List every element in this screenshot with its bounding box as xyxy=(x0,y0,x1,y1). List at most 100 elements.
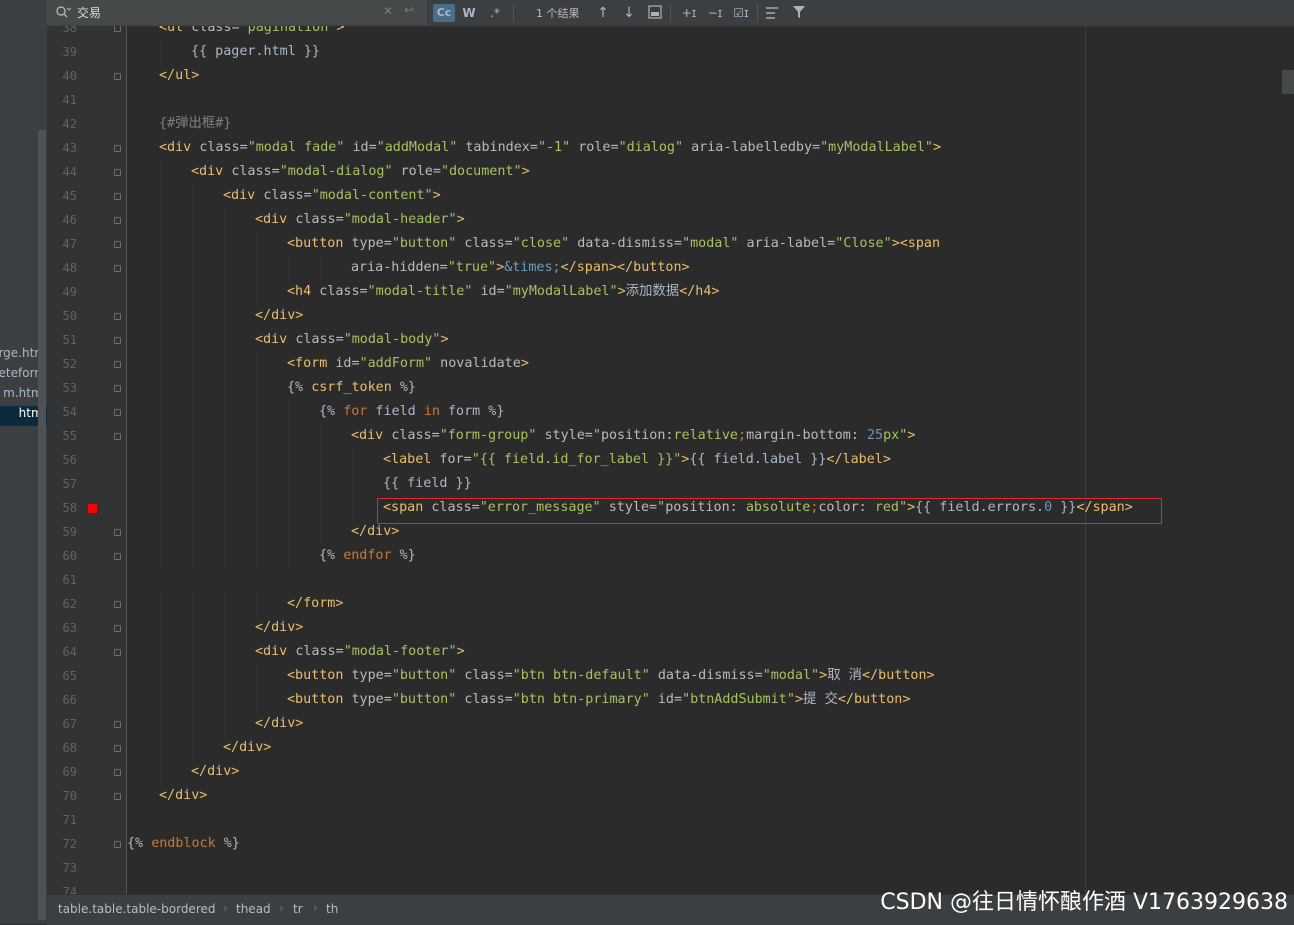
code-editor[interactable]: 38 39 40 41 42 43 44 45 46 47 48 49 50 51 52 53 54 55 56 57… xyxy=(47,26,1294,894)
next-occurrence-icon[interactable]: ↓ xyxy=(621,4,637,22)
code-line[interactable]: </div> xyxy=(255,304,303,328)
code-token: class= xyxy=(231,164,280,179)
fold-marker-icon[interactable] xyxy=(114,625,121,632)
line-number: 50 xyxy=(62,309,77,323)
fold-marker-icon[interactable] xyxy=(114,553,121,560)
code-line[interactable]: <div class="modal-body"> xyxy=(255,328,449,352)
indent-guide xyxy=(161,280,162,304)
fold-marker-icon[interactable] xyxy=(114,769,121,776)
fold-marker-icon[interactable] xyxy=(114,193,121,200)
code-line[interactable]: <h4 class="modal-title" id="myModalLabel… xyxy=(287,280,720,304)
match-case-button[interactable]: Cc xyxy=(433,4,455,22)
code-line[interactable]: </div> xyxy=(191,760,239,784)
code-line[interactable]: <div class="modal-footer"> xyxy=(255,640,465,664)
search-input[interactable]: 交易 xyxy=(77,4,101,21)
breadcrumb-item[interactable]: th xyxy=(326,902,338,916)
select-all-occurrences-icon[interactable] xyxy=(648,5,662,19)
fold-marker-icon[interactable] xyxy=(114,217,121,224)
code-line[interactable]: {% endblock %} xyxy=(127,832,240,856)
fold-marker-icon[interactable] xyxy=(114,337,121,344)
project-scrollbar[interactable] xyxy=(38,130,46,920)
code-line[interactable]: <ul class="pagination"> xyxy=(159,26,344,40)
code-line[interactable]: <label for="{{ field.id_for_label }}">{{… xyxy=(383,448,891,472)
indent-guide xyxy=(225,280,226,304)
fold-marker-icon[interactable] xyxy=(114,649,121,656)
code-token: "addModal" xyxy=(376,140,458,155)
code-line[interactable]: {{ field }} xyxy=(383,472,472,496)
code-line[interactable]: aria-hidden="true">&times;</span></butto… xyxy=(351,256,690,280)
code-line[interactable]: </form> xyxy=(287,592,343,616)
line-number: 66 xyxy=(62,693,77,707)
code-line[interactable]: <div class="modal-content"> xyxy=(223,184,441,208)
code-line[interactable]: {% csrf_token %} xyxy=(287,376,416,400)
code-line[interactable]: {% endfor %} xyxy=(319,544,416,568)
code-line[interactable]: <div class="modal-header"> xyxy=(255,208,465,232)
line-number: 57 xyxy=(62,477,77,491)
fold-marker-icon[interactable] xyxy=(114,721,121,728)
fold-marker-icon[interactable] xyxy=(114,385,121,392)
code-line[interactable]: </div> xyxy=(223,736,271,760)
code-line[interactable]: </div> xyxy=(255,616,303,640)
clear-search-icon[interactable]: ✕ xyxy=(383,4,393,18)
indent-guide xyxy=(257,592,258,616)
breadcrumb-item[interactable]: table.table.table-bordered xyxy=(58,902,216,916)
fold-marker-icon[interactable] xyxy=(114,745,121,752)
code-line[interactable]: <form id="addForm" novalidate> xyxy=(287,352,529,376)
fold-marker-icon[interactable] xyxy=(114,793,121,800)
indent-guide xyxy=(161,616,162,640)
fold-marker-icon[interactable] xyxy=(114,409,121,416)
code-token: "modal-content" xyxy=(311,188,433,203)
fold-marker-icon[interactable] xyxy=(114,26,121,32)
prev-occurrence-icon[interactable]: ↑ xyxy=(595,4,611,22)
code-line[interactable]: <div class="modal-dialog" role="document… xyxy=(191,160,530,184)
regex-button[interactable]: .* xyxy=(485,4,505,22)
code-line[interactable]: <button type="button" class="btn btn-pri… xyxy=(287,688,910,712)
fold-marker-icon[interactable] xyxy=(114,529,121,536)
line-number: 71 xyxy=(62,813,77,827)
breakpoint-icon[interactable] xyxy=(88,504,97,513)
indent-guide xyxy=(193,424,194,448)
fold-marker-icon[interactable] xyxy=(114,73,121,80)
search-box[interactable]: 交易 ✕ ↩ xyxy=(47,0,427,25)
code-line[interactable]: </ul> xyxy=(159,64,199,88)
whole-words-button[interactable]: W xyxy=(459,4,479,22)
fold-marker-icon[interactable] xyxy=(114,841,121,848)
search-icon[interactable] xyxy=(55,5,71,19)
fold-marker-icon[interactable] xyxy=(114,241,121,248)
indent-guide xyxy=(225,400,226,424)
fold-marker-icon[interactable] xyxy=(114,433,121,440)
code-line[interactable]: </div> xyxy=(159,784,207,808)
code-line[interactable]: </div> xyxy=(255,712,303,736)
code-line[interactable]: <button type="button" class="btn btn-def… xyxy=(287,664,935,688)
fold-marker-icon[interactable] xyxy=(114,169,121,176)
breadcrumb-item[interactable]: thead xyxy=(236,902,271,916)
code-token: px" xyxy=(883,428,908,443)
code-token: "-1" xyxy=(537,140,571,155)
indent-guide xyxy=(193,232,194,256)
fold-marker-icon[interactable] xyxy=(114,313,121,320)
breadcrumb-item[interactable]: tr xyxy=(293,902,303,916)
code-token: id= xyxy=(649,692,683,707)
fold-marker-icon[interactable] xyxy=(114,145,121,152)
code-line[interactable]: {#弹出框#} xyxy=(159,112,231,136)
fold-marker-icon[interactable] xyxy=(114,265,121,272)
filter-list-icon[interactable] xyxy=(765,6,781,20)
indent-guide xyxy=(289,400,290,424)
new-line-icon[interactable]: ↩ xyxy=(404,3,414,17)
fold-marker-icon[interactable] xyxy=(114,361,121,368)
add-occurrence-icon[interactable]: +ɪ xyxy=(679,4,699,22)
indent-guide xyxy=(161,520,162,544)
code-line[interactable]: {% for field in form %} xyxy=(319,400,504,424)
code-line[interactable]: <button type="button" class="close" data… xyxy=(287,232,940,256)
remove-occurrence-icon[interactable]: −ɪ xyxy=(705,4,725,22)
code-line[interactable]: {{ pager.html }} xyxy=(191,40,320,64)
line-number: 70 xyxy=(62,789,77,803)
toggle-occurrences-icon[interactable]: ☑ɪ xyxy=(731,4,751,22)
code-line[interactable]: <div class="modal fade" id="addModal" ta… xyxy=(159,136,941,160)
code-token: for xyxy=(343,404,368,419)
code-token: "modal-title" xyxy=(367,284,473,299)
indent-guide xyxy=(193,184,194,208)
filter-icon[interactable] xyxy=(792,5,806,19)
code-line[interactable]: <div class="form-group" style="position:… xyxy=(351,424,915,448)
fold-marker-icon[interactable] xyxy=(114,601,121,608)
